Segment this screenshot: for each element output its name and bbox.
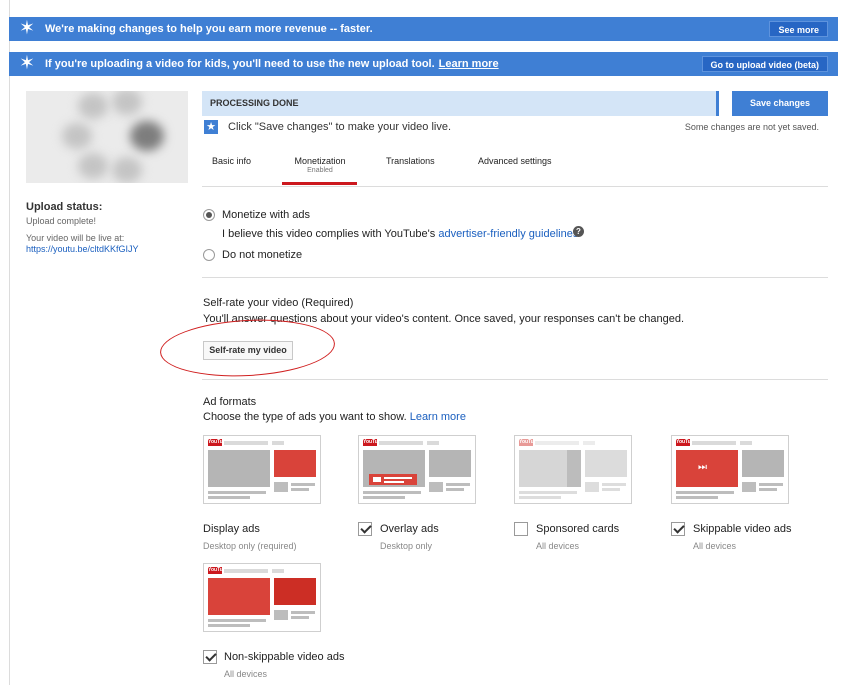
tab-label: Advanced settings <box>478 156 552 166</box>
go-to-upload-beta-button[interactable]: Go to upload video (beta) <box>701 56 828 72</box>
tab-monetization-status: Enabled <box>307 167 333 174</box>
ad-formats-subheading-row: Choose the type of ads you want to show.… <box>203 411 466 423</box>
star-icon: ★ <box>204 120 218 134</box>
display-ads-availability: Desktop only (required) <box>203 541 297 551</box>
tabs-divider <box>202 186 828 187</box>
upload-status-panel: Upload status: Upload complete! Your vid… <box>26 202 139 255</box>
monetize-with-ads-radio[interactable] <box>203 209 215 221</box>
video-thumbnail <box>26 91 188 183</box>
active-tab-indicator <box>282 182 357 185</box>
advertiser-guidelines-link[interactable]: advertiser-friendly guidelines <box>438 228 578 240</box>
red-annotation-circle <box>158 315 337 381</box>
video-upload-page: ✶ We're making changes to help you earn … <box>0 0 841 685</box>
do-not-monetize-label: Do not monetize <box>222 249 303 261</box>
save-info-text: Click "Save changes" to make your video … <box>228 121 452 133</box>
self-rate-heading: Self-rate your video (Required) <box>203 297 354 309</box>
section-divider <box>202 277 828 278</box>
kids-upload-banner: ✶ If you're uploading a video for kids, … <box>9 52 838 76</box>
help-icon[interactable]: ? <box>573 226 584 237</box>
tab-label: Monetization <box>294 156 346 166</box>
thumbnail-blur-dot <box>62 123 92 149</box>
skippable-ads-checkbox[interactable] <box>671 522 685 536</box>
display-ads-illustration: YouTube <box>203 435 321 504</box>
tab-basic-info[interactable]: Basic info <box>212 156 251 166</box>
ad-formats-heading: Ad formats <box>203 396 257 408</box>
do-not-monetize-radio[interactable] <box>203 249 215 261</box>
youtube-logo: YouTube <box>363 439 384 446</box>
revenue-banner: ✶ We're making changes to help you earn … <box>9 17 838 41</box>
kids-banner-text: If you're uploading a video for kids, yo… <box>45 58 435 70</box>
overlay-ads-checkbox[interactable] <box>358 522 372 536</box>
page-left-border <box>9 0 10 685</box>
kids-banner-learn-more-link[interactable]: Learn more <box>439 58 499 70</box>
non-skippable-ads-illustration: YouTube <box>203 563 321 632</box>
thumbnail-blur-dot <box>78 153 108 179</box>
compliance-statement: I believe this video complies with YouTu… <box>222 228 578 240</box>
video-live-text: Your video will be live at: <box>26 233 125 243</box>
thumbnail-blur-dot <box>130 121 164 151</box>
non-skippable-ads-availability: All devices <box>224 669 268 679</box>
overlay-ads-illustration: YouTube <box>358 435 476 504</box>
thumbnail-blur-dot <box>112 91 142 115</box>
skippable-ads-availability: All devices <box>693 541 737 551</box>
youtube-logo: YouTube <box>676 439 697 446</box>
section-divider <box>202 379 828 380</box>
tab-label: Translations <box>386 156 435 166</box>
skip-forward-icon: ⏭ <box>698 462 707 473</box>
ad-formats-subheading: Choose the type of ads you want to show. <box>203 411 407 423</box>
tab-translations[interactable]: Translations <box>386 156 435 166</box>
star-icon: ✶ <box>19 18 35 39</box>
tab-advanced-settings[interactable]: Advanced settings <box>478 156 552 166</box>
monetize-with-ads-label: Monetize with ads <box>222 209 311 221</box>
youtube-logo: YouTube <box>208 567 229 574</box>
thumbnail-blur-dot <box>78 93 108 119</box>
youtube-logo: YouTube <box>519 439 540 446</box>
unsaved-changes-note: Some changes are not yet saved. <box>684 122 819 132</box>
tab-monetization[interactable]: Monetization Enabled <box>284 156 356 174</box>
non-skippable-ads-checkbox[interactable] <box>203 650 217 664</box>
video-url-link[interactable]: https://youtu.be/cltdKKfGIJY <box>26 244 139 254</box>
star-icon: ✶ <box>19 53 35 74</box>
sponsored-cards-checkbox[interactable] <box>514 522 528 536</box>
display-ads-label: Display ads <box>203 523 260 535</box>
tab-label: Basic info <box>212 156 252 166</box>
sponsored-cards-label: Sponsored cards <box>536 523 620 535</box>
compliance-text: I believe this video complies with YouTu… <box>222 228 436 240</box>
overlay-ads-availability: Desktop only <box>380 541 433 551</box>
thumbnail-blur-dot <box>112 157 142 183</box>
skippable-ads-label: Skippable video ads <box>693 523 792 535</box>
overlay-ads-label: Overlay ads <box>380 523 439 535</box>
skippable-ads-illustration: YouTube ⏭ <box>671 435 789 504</box>
save-changes-button[interactable]: Save changes <box>732 91 828 116</box>
see-more-button[interactable]: See more <box>769 21 828 37</box>
upload-status-title: Upload status: <box>26 201 103 213</box>
non-skippable-ads-label: Non-skippable video ads <box>224 651 345 663</box>
processing-status-bar: PROCESSING DONE <box>202 91 719 116</box>
sponsored-cards-illustration: YouTube <box>514 435 632 504</box>
youtube-logo: YouTube <box>208 439 229 446</box>
sponsored-cards-availability: All devices <box>536 541 580 551</box>
ad-formats-learn-more-link[interactable]: Learn more <box>410 411 466 423</box>
revenue-banner-text: We're making changes to help you earn mo… <box>45 23 373 35</box>
upload-complete-text: Upload complete! <box>26 216 97 226</box>
